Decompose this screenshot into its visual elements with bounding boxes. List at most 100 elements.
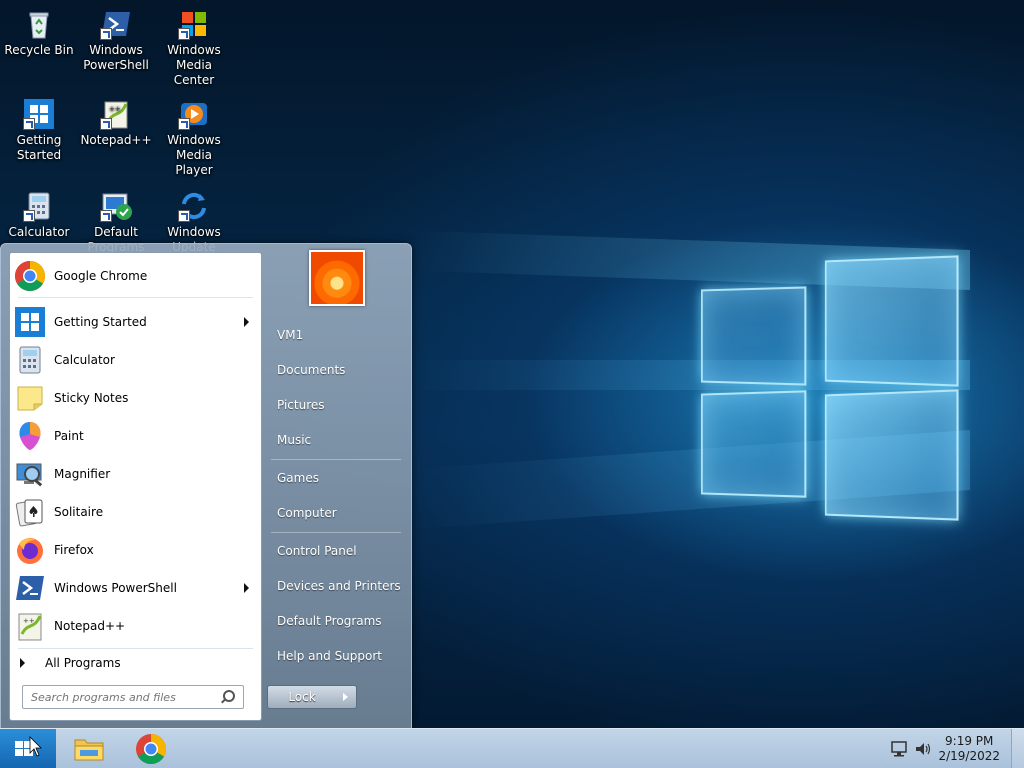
start-item-label: Sticky Notes	[54, 391, 129, 405]
desktop-icon-powershell[interactable]: Windows PowerShell	[78, 8, 154, 73]
magnifier-icon	[14, 458, 46, 490]
network-icon[interactable]	[890, 741, 908, 757]
chrome-icon	[136, 734, 167, 765]
start-item-google-chrome[interactable]: Google Chrome	[10, 257, 261, 295]
taskbar-file-explorer[interactable]	[70, 733, 108, 765]
default-programs-icon	[100, 190, 132, 222]
lock-button[interactable]: Lock	[267, 685, 337, 709]
powershell-icon	[100, 8, 132, 40]
link-computer[interactable]: Computer	[277, 506, 337, 520]
clock-time: 9:19 PM	[945, 734, 994, 748]
link-default-programs[interactable]: Default Programs	[277, 614, 382, 628]
desktop-icon-label: Notepad++	[80, 133, 152, 147]
link-devices-and-printers[interactable]: Devices and Printers	[277, 579, 401, 593]
shutdown-options-arrow-button[interactable]	[335, 685, 357, 709]
desktop-icon-label: Windows Media Player	[167, 133, 221, 177]
start-menu: Google Chrome Getting Started Calculator…	[0, 243, 412, 730]
clock-date: 2/19/2022	[938, 749, 1000, 763]
search-input[interactable]	[29, 686, 213, 708]
start-item-label: Notepad++	[54, 619, 126, 633]
search-icon[interactable]	[223, 690, 235, 702]
start-item-magnifier[interactable]: Magnifier	[10, 455, 261, 493]
start-menu-programs-pane: Google Chrome Getting Started Calculator…	[9, 252, 262, 721]
shortcut-arrow-icon	[23, 210, 35, 222]
start-item-label: Paint	[54, 429, 84, 443]
shortcut-arrow-icon	[178, 28, 190, 40]
desktop-icon-label: Calculator	[8, 225, 70, 239]
getting-started-icon	[23, 98, 55, 130]
solitaire-icon	[14, 496, 46, 528]
file-explorer-icon	[74, 739, 104, 761]
separator	[271, 532, 401, 533]
shortcut-arrow-icon	[100, 28, 112, 40]
start-menu-right-pane: VM1 Documents Pictures Music Games Compu…	[263, 244, 409, 729]
start-item-calculator[interactable]: Calculator	[10, 341, 261, 379]
desktop-icon-notepad-plus-plus[interactable]: ++ Notepad++	[78, 98, 154, 148]
user-picture-flower[interactable]	[309, 250, 365, 306]
link-help-and-support[interactable]: Help and Support	[277, 649, 382, 663]
paint-icon	[14, 420, 46, 452]
calculator-icon	[14, 344, 46, 376]
shortcut-arrow-icon	[100, 118, 112, 130]
svg-text:++: ++	[23, 617, 35, 625]
triangle-right-icon	[20, 658, 25, 668]
start-item-label: Getting Started	[54, 315, 147, 329]
chrome-icon	[14, 260, 46, 292]
volume-icon[interactable]	[914, 741, 932, 757]
start-item-label: Solitaire	[54, 505, 104, 519]
taskbar-chrome[interactable]	[132, 733, 170, 765]
firefox-icon	[14, 534, 46, 566]
separator	[271, 459, 401, 460]
start-item-sticky-notes[interactable]: Sticky Notes	[10, 379, 261, 417]
windows-logo-pane	[701, 390, 807, 498]
recycle-bin-icon	[23, 8, 55, 40]
notepad-plus-plus-icon: ++	[100, 98, 132, 130]
desktop-icon-label: Recycle Bin	[4, 43, 74, 57]
media-player-icon	[178, 98, 210, 130]
desktop-icon-getting-started[interactable]: Getting Started	[1, 98, 77, 163]
start-item-getting-started[interactable]: Getting Started	[10, 303, 261, 341]
link-documents[interactable]: Documents	[277, 363, 345, 377]
link-user-name[interactable]: VM1	[277, 328, 303, 342]
link-pictures[interactable]: Pictures	[277, 398, 325, 412]
powershell-icon	[14, 572, 46, 604]
desktop-icon-label: Getting Started	[16, 133, 62, 162]
desktop-icon-label: Windows PowerShell	[83, 43, 149, 72]
desktop-icon-calculator[interactable]: Calculator	[1, 190, 77, 240]
start-item-label: Windows PowerShell	[54, 581, 177, 595]
windows-logo-icon	[15, 736, 42, 757]
system-clock[interactable]: 9:19 PM 2/19/2022	[938, 734, 1000, 764]
desktop-icon-recycle-bin[interactable]: Recycle Bin	[1, 8, 77, 58]
submenu-arrow-icon[interactable]	[244, 317, 249, 327]
all-programs-button[interactable]: All Programs	[10, 649, 261, 677]
shortcut-arrow-icon	[178, 210, 190, 222]
start-button[interactable]	[0, 729, 56, 768]
start-item-firefox[interactable]: Firefox	[10, 531, 261, 569]
submenu-arrow-icon[interactable]	[244, 583, 249, 593]
windows-logo-pane	[701, 286, 807, 386]
windows-update-icon	[178, 190, 210, 222]
start-item-label: Firefox	[54, 543, 94, 557]
separator	[18, 297, 253, 298]
shortcut-arrow-icon	[178, 118, 190, 130]
start-item-notepad-plus-plus[interactable]: ++ Notepad++	[10, 607, 261, 645]
start-item-label: Magnifier	[54, 467, 111, 481]
calculator-icon	[23, 190, 55, 222]
search-box[interactable]	[22, 685, 244, 709]
desktop-icon-media-player[interactable]: Windows Media Player	[156, 98, 232, 178]
link-control-panel[interactable]: Control Panel	[277, 544, 357, 558]
sticky-notes-icon	[14, 382, 46, 414]
notepad-plus-plus-icon: ++	[14, 610, 46, 642]
all-programs-label: All Programs	[45, 656, 121, 670]
link-games[interactable]: Games	[277, 471, 319, 485]
start-item-paint[interactable]: Paint	[10, 417, 261, 455]
start-item-windows-powershell[interactable]: Windows PowerShell	[10, 569, 261, 607]
windows-logo-pane	[824, 255, 959, 387]
media-center-icon	[178, 8, 210, 40]
link-music[interactable]: Music	[277, 433, 311, 447]
show-desktop-button[interactable]	[1011, 729, 1024, 768]
desktop-icon-label: Windows Media Center	[167, 43, 221, 87]
shortcut-arrow-icon	[100, 210, 112, 222]
desktop-icon-media-center[interactable]: Windows Media Center	[156, 8, 232, 88]
start-item-solitaire[interactable]: Solitaire	[10, 493, 261, 531]
